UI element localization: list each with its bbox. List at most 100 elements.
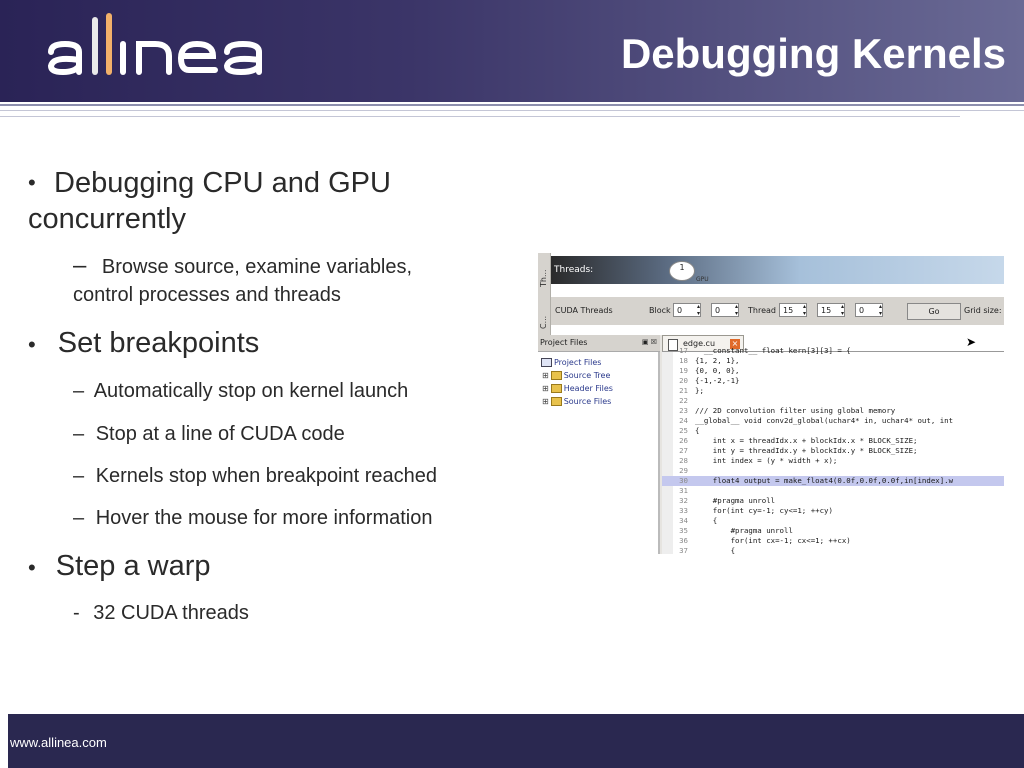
code-line[interactable]: 24 __global__ void conv2d_global(uchar4* … (662, 416, 1004, 426)
expand-icon: ⊞ (542, 371, 549, 380)
code-line[interactable]: 34 { (662, 516, 1004, 526)
line-number: 20 (679, 376, 688, 385)
footer-url[interactable]: www.allinea.com (10, 735, 107, 750)
sub-bullet-browse: – Browse source, examine variables, cont… (73, 252, 473, 309)
line-number: 35 (679, 526, 688, 535)
project-tree: Project Files ⊞ Source Tree ⊞ Header Files… (538, 352, 660, 554)
line-number: 37 (679, 546, 688, 554)
block-y-spinner[interactable]: 0 (711, 303, 739, 317)
line-number: 34 (679, 516, 688, 525)
line-number: 23 (679, 406, 688, 415)
bullet-breakpoints: • Set breakpoints (28, 325, 259, 363)
code-line[interactable]: 27 int y = threadIdx.y + blockIdx.y * BL… (662, 446, 1004, 456)
expand-icon: ⊞ (542, 384, 549, 393)
sub-bullet-text: Kernels stop when breakpoint reached (95, 465, 438, 487)
code-line[interactable]: 29 (662, 466, 1004, 476)
code-text: __constant__ float kern[3][3] = { (695, 346, 851, 355)
code-line[interactable]: 26 int x = threadIdx.x + blockIdx.x * BL… (662, 436, 1004, 446)
code-line[interactable]: 37 { (662, 546, 1004, 554)
line-number: 19 (679, 366, 688, 375)
block-x-spinner[interactable]: 0 (673, 303, 701, 317)
bullet-text: Step a warp (55, 550, 211, 582)
sub-bullet-text: Hover the mouse for more information (95, 507, 433, 529)
sub-bullet-kernels-stop: – Kernels stop when breakpoint reached (73, 462, 437, 490)
line-number: 21 (679, 386, 688, 395)
block-label: Block (649, 306, 671, 315)
code-text: /// 2D convolution filter using global m… (695, 406, 896, 415)
project-files-title: Project Files (540, 338, 588, 347)
dash-icon: – (73, 423, 85, 445)
code-line[interactable]: 20 {-1,-2,-1} (662, 376, 1004, 386)
tree-root[interactable]: Project Files (541, 358, 601, 367)
footer-bar: www.allinea.com (8, 714, 1024, 768)
sub-bullet-hover: – Hover the mouse for more information (73, 504, 433, 532)
thread-x-spinner[interactable]: 15 (779, 303, 807, 317)
code-text: for(int cx=-1; cx<=1; ++cx) (695, 536, 851, 545)
code-editor[interactable]: 17 __constant__ float kern[3][3] = {18 {1… (662, 346, 1004, 554)
code-line[interactable]: 18 {1, 2, 1}, (662, 356, 1004, 366)
dash-icon: – (73, 380, 85, 402)
sub-bullet-text: Browse source, examine variables, contro… (73, 256, 413, 306)
line-number: 36 (679, 536, 688, 545)
side-tab-threads[interactable]: Th... (539, 269, 548, 287)
code-line[interactable]: 33 for(int cy=-1; cy<=1; ++cy) (662, 506, 1004, 516)
bullet-icon: • (28, 332, 36, 357)
line-number: 28 (679, 456, 688, 465)
line-number: 25 (679, 426, 688, 435)
threads-label: Threads: (554, 265, 594, 275)
thread-label: Thread (748, 306, 776, 315)
tree-item-header-files[interactable]: ⊞ Header Files (542, 384, 613, 393)
code-text: {-1,-2,-1} (695, 376, 740, 385)
thread-bubble[interactable]: 1 (669, 261, 695, 281)
go-button[interactable]: Go (907, 303, 961, 320)
threads-bar: Threads: 1 GPU (551, 256, 1004, 284)
bullet-text: Set breakpoints (57, 327, 260, 359)
side-tab-cuda[interactable]: C... (539, 316, 548, 329)
code-text: #pragma unroll (695, 526, 793, 535)
code-line[interactable]: 22 (662, 396, 1004, 406)
project-files-header: Project Files ▣ ☒ (538, 335, 660, 352)
thread-bubble-sub: GPU (696, 276, 709, 283)
line-number: 17 (679, 346, 688, 355)
code-line[interactable]: 36 for(int cx=-1; cx<=1; ++cx) (662, 536, 1004, 546)
code-text: float4 output = make_float4(0.0f,0.0f,0.… (695, 476, 954, 485)
code-text: #pragma unroll (695, 496, 776, 505)
cuda-threads-label: CUDA Threads (555, 306, 613, 315)
line-number: 18 (679, 356, 688, 365)
code-line[interactable]: 28 int index = (y * width + x); (662, 456, 1004, 466)
cuda-threads-toolbar: CUDA Threads Block 0 0 Thread 15 15 0 Go… (551, 297, 1004, 325)
code-line[interactable]: 17 __constant__ float kern[3][3] = { (662, 346, 1004, 356)
bullet-icon: • (28, 555, 36, 580)
code-text: }; (695, 386, 704, 395)
tree-item-source-files[interactable]: ⊞ Source Files (542, 397, 611, 406)
hyphen-icon: - (73, 602, 80, 624)
sub-bullet-stop-line: – Stop at a line of CUDA code (73, 420, 345, 448)
thread-y-spinner[interactable]: 15 (817, 303, 845, 317)
code-text: for(int cy=-1; cy<=1; ++cy) (695, 506, 833, 515)
code-text: __global__ void conv2d_global(uchar4* in… (695, 416, 954, 425)
code-line[interactable]: 32 #pragma unroll (662, 496, 1004, 506)
dash-icon: – (73, 465, 85, 487)
code-line[interactable]: 21}; (662, 386, 1004, 396)
bullet-step-warp: • Step a warp (28, 548, 211, 586)
folder-icon (550, 371, 562, 380)
pane-controls[interactable]: ▣ ☒ (642, 338, 657, 346)
folder-icon (550, 397, 562, 406)
sub-bullet-text: 32 CUDA threads (93, 602, 249, 624)
code-text: { (695, 426, 700, 435)
code-line[interactable]: 19 {0, 0, 0}, (662, 366, 1004, 376)
dash-icon: – (73, 507, 85, 529)
code-line[interactable]: 23 /// 2D convolution filter using global… (662, 406, 1004, 416)
bullet-icon: • (28, 170, 36, 195)
thread-z-spinner[interactable]: 0 (855, 303, 883, 317)
code-line[interactable]: 35 #pragma unroll (662, 526, 1004, 536)
code-line[interactable]: 30 float4 output = make_float4(0.0f,0.0f… (662, 476, 1004, 486)
line-number: 22 (679, 396, 688, 405)
tree-item-source-tree[interactable]: ⊞ Source Tree (542, 371, 610, 380)
code-line[interactable]: 31 (662, 486, 1004, 496)
code-line[interactable]: 25 { (662, 426, 1004, 436)
side-tab-strip: Th... C... (538, 253, 551, 335)
dash-icon: – (73, 252, 87, 279)
line-number: 30 (679, 476, 688, 485)
code-text: { (695, 516, 718, 525)
